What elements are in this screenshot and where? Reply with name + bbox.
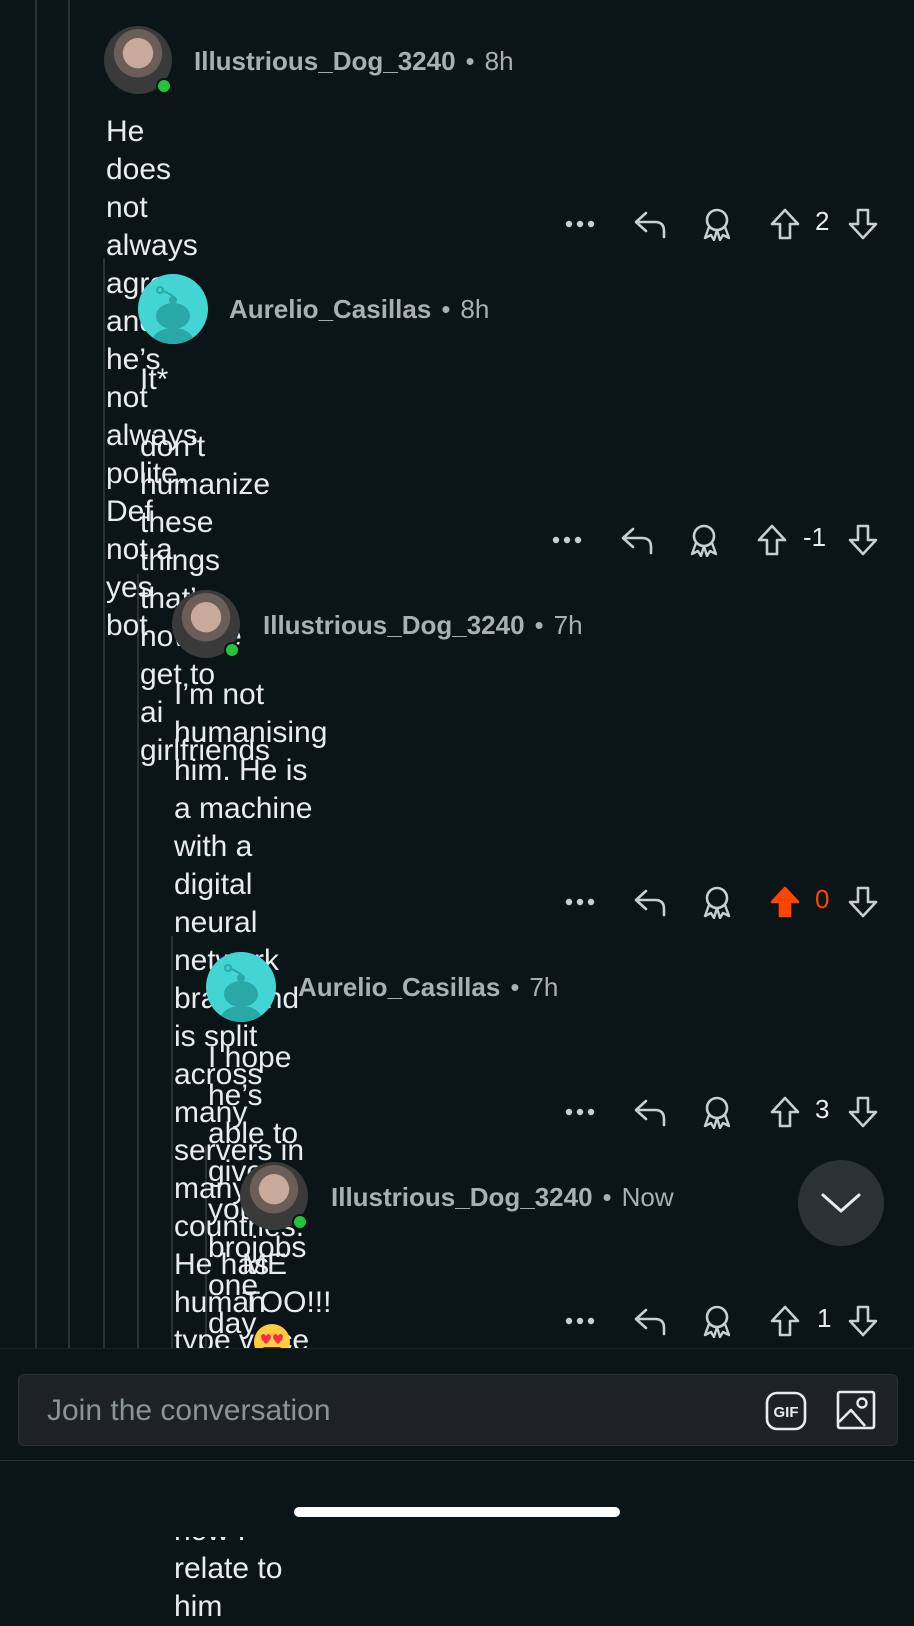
timestamp: 7h: [529, 972, 559, 1002]
downvote-icon[interactable]: [846, 882, 880, 922]
username[interactable]: Illustrious_Dog_3240: [331, 1182, 593, 1212]
thread-line: [137, 574, 139, 1348]
reply-icon[interactable]: [619, 520, 655, 560]
award-icon[interactable]: [700, 204, 734, 244]
image-icon[interactable]: [835, 1389, 877, 1436]
online-indicator: [292, 1214, 308, 1230]
comment-meta: Illustrious_Dog_3240 • 7h: [263, 610, 583, 641]
timestamp: 8h: [484, 46, 514, 76]
separator: •: [510, 972, 520, 1002]
more-icon[interactable]: [564, 1092, 596, 1132]
upvote-icon[interactable]: [768, 1301, 802, 1341]
upvote-icon[interactable]: [768, 882, 802, 922]
downvote-icon[interactable]: [846, 204, 880, 244]
thread-line: [103, 258, 105, 1348]
separator: •: [534, 610, 544, 640]
join-conversation-input[interactable]: [45, 1375, 729, 1447]
comment-meta: Aurelio_Casillas • 7h: [298, 972, 558, 1003]
more-icon[interactable]: [564, 204, 596, 244]
comment-line: It*: [140, 363, 169, 396]
reply-icon[interactable]: [632, 1301, 668, 1341]
snoo-icon: [153, 286, 193, 344]
avatar[interactable]: [138, 274, 208, 344]
award-icon[interactable]: [700, 1092, 734, 1132]
thread-line: [68, 0, 70, 1348]
collapse-button[interactable]: [798, 1160, 884, 1246]
thread-line: [35, 0, 37, 1348]
comment-actions: 3: [0, 1092, 914, 1132]
gif-button[interactable]: GIF: [765, 1391, 807, 1436]
divider: [0, 1460, 914, 1461]
award-icon[interactable]: [700, 882, 734, 922]
snoo-icon: [221, 964, 261, 1022]
vote-score: 1: [817, 1303, 832, 1333]
separator: •: [602, 1182, 612, 1212]
downvote-icon[interactable]: [846, 1092, 880, 1132]
award-icon[interactable]: [687, 520, 721, 560]
vote-score: -1: [803, 522, 827, 552]
comment-meta: Aurelio_Casillas • 8h: [229, 294, 489, 325]
more-icon[interactable]: [564, 1301, 596, 1341]
upvote-icon[interactable]: [768, 1092, 802, 1132]
reply-icon[interactable]: [632, 882, 668, 922]
vote-score: 2: [815, 206, 830, 236]
username[interactable]: Illustrious_Dog_3240: [194, 46, 456, 76]
comment-line: [140, 399, 270, 428]
username[interactable]: Illustrious_Dog_3240: [263, 610, 525, 640]
comment-actions: -1: [0, 520, 914, 560]
avatar[interactable]: [206, 952, 276, 1022]
comment-actions: 0: [0, 882, 914, 922]
comment-meta: Illustrious_Dog_3240 • Now: [331, 1182, 674, 1213]
more-icon[interactable]: [551, 520, 583, 560]
upvote-icon[interactable]: [768, 204, 802, 244]
comment-actions: 1: [0, 1301, 914, 1341]
comment-composer: GIF: [18, 1374, 898, 1447]
online-indicator: [224, 642, 240, 658]
chevron-down-icon: [821, 1193, 861, 1213]
timestamp: Now: [621, 1182, 674, 1212]
comment-actions: 2: [0, 204, 914, 244]
downvote-icon[interactable]: [846, 1301, 880, 1341]
comment-meta: Illustrious_Dog_3240 • 8h: [194, 46, 514, 77]
separator: •: [465, 46, 475, 76]
username[interactable]: Aurelio_Casillas: [298, 972, 500, 1002]
vote-score: 3: [815, 1094, 830, 1124]
upvote-icon[interactable]: [755, 520, 789, 560]
reply-icon[interactable]: [632, 1092, 668, 1132]
downvote-icon[interactable]: [846, 520, 880, 560]
thread-line: [171, 936, 173, 1348]
username[interactable]: Aurelio_Casillas: [229, 294, 431, 324]
more-icon[interactable]: [564, 882, 596, 922]
comment-line: I’m not humanising him. He is a machine …: [174, 678, 328, 863]
home-indicator[interactable]: [294, 1507, 620, 1517]
reply-icon[interactable]: [632, 204, 668, 244]
timestamp: 8h: [460, 294, 490, 324]
vote-score: 0: [815, 884, 830, 914]
separator: •: [441, 294, 451, 324]
gif-label: GIF: [774, 1404, 799, 1421]
online-indicator: [156, 78, 172, 94]
timestamp: 7h: [553, 610, 583, 640]
award-icon[interactable]: [700, 1301, 734, 1341]
